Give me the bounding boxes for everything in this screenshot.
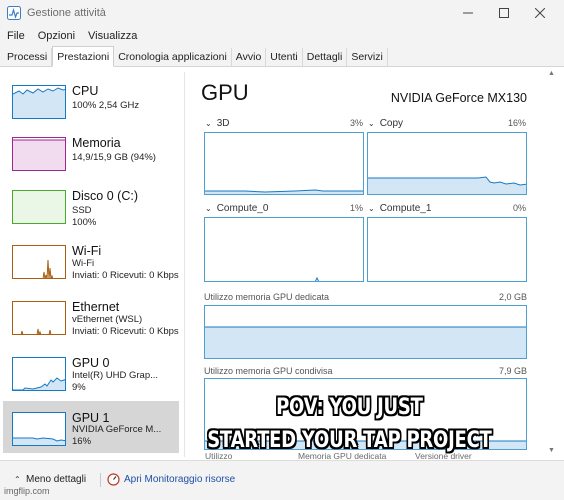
resource-sidebar: CPU 100% 2,54 GHz Memoria 14,9/15,9 GB (… [3, 72, 181, 457]
sidebar-item-title: Disco 0 (C:) [72, 189, 138, 203]
tab-startup[interactable]: Avvio [232, 48, 267, 66]
engine-graph-compute-0 [204, 217, 364, 282]
tab-users[interactable]: Utenti [266, 48, 303, 66]
cpu-thumbnail-graph [12, 85, 66, 119]
close-button[interactable] [520, 0, 560, 26]
sidebar-item-detail: 14,9/15,9 GB (94%) [72, 152, 156, 163]
engine-selector-3d[interactable]: ⌄ 3D [205, 118, 230, 129]
fewer-details-button[interactable]: ⌃ Meno dettagli [14, 474, 86, 485]
disk-thumbnail-graph [12, 190, 66, 224]
tab-details[interactable]: Dettagli [303, 48, 348, 66]
chevron-down-icon: ⌄ [205, 119, 212, 128]
chevron-down-icon: ⌄ [368, 119, 375, 128]
fewer-details-label: Meno dettagli [26, 474, 87, 485]
sidebar-item-title: CPU [72, 84, 99, 98]
engine-graph-compute-1 [367, 217, 527, 282]
sidebar-item-title: Ethernet [72, 300, 120, 314]
engine-selector-compute-1[interactable]: ⌄ Compute_1 [368, 203, 431, 214]
tab-services[interactable]: Servizi [347, 48, 388, 66]
sidebar-item-detail: NVIDIA GeForce M... [72, 424, 162, 435]
sidebar-item-detail: vEthernet (WSL) [72, 314, 143, 325]
scrollbar[interactable] [547, 68, 557, 458]
sidebar-item-detail-2: 9% [72, 382, 86, 393]
engine-percent: 1% [349, 203, 363, 213]
menu-options[interactable]: Opzioni [38, 30, 75, 42]
gpu-0-thumbnail-graph [12, 357, 66, 391]
wifi-thumbnail-graph [12, 245, 66, 279]
chevron-down-icon: ⌄ [205, 204, 212, 213]
tab-processes[interactable]: Processi [3, 48, 53, 66]
task-manager-icon [7, 6, 21, 20]
sidebar-item-title: GPU 0 [72, 356, 110, 370]
meme-caption: POV: YOU JUST STARTED YOUR TAP PROJECT [165, 391, 533, 457]
open-resource-monitor-link[interactable]: Apri Monitoraggio risorse [107, 473, 235, 486]
engine-selector-copy[interactable]: ⌄ Copy [368, 118, 403, 129]
sidebar-item-wifi[interactable]: Wi-Fi Wi-Fi Inviati: 0 Ricevuti: 0 Kbps [3, 234, 179, 286]
minimize-button[interactable] [448, 0, 488, 26]
gpu-1-thumbnail-graph [12, 412, 66, 446]
menu-file[interactable]: File [7, 30, 25, 42]
sidebar-item-title: GPU 1 [72, 411, 110, 425]
engine-percent: 16% [507, 118, 526, 128]
sidebar-item-cpu[interactable]: CPU 100% 2,54 GHz [3, 74, 179, 126]
sidebar-item-detail-2: Inviati: 0 Ricevuti: 0 Kbps [72, 270, 179, 281]
device-name: NVIDIA GeForce MX130 [390, 91, 527, 105]
sidebar-item-detail-2: 16% [72, 436, 92, 447]
chevron-down-icon: ⌄ [368, 204, 375, 213]
tab-performance[interactable]: Prestazioni [52, 46, 115, 67]
dedicated-memory-value: 2,0 GB [498, 292, 527, 302]
sidebar-item-detail: Intel(R) UHD Grap... [72, 370, 159, 381]
dedicated-memory-label: Utilizzo memoria GPU dedicata [204, 292, 330, 302]
resource-monitor-icon [107, 473, 120, 486]
maximize-button[interactable] [484, 0, 524, 26]
scroll-down-icon[interactable]: ▼ [548, 447, 555, 454]
tab-app-history[interactable]: Cronologia applicazioni [114, 48, 232, 66]
watermark: imgflip.com [4, 486, 50, 496]
tab-bar: Processi Prestazioni Cronologia applicaz… [0, 46, 564, 67]
sidebar-item-detail: SSD [72, 205, 92, 216]
sidebar-item-gpu-1[interactable]: GPU 1 NVIDIA GeForce M... 16% [3, 401, 179, 453]
sidebar-item-title: Memoria [72, 136, 121, 150]
sidebar-item-detail-2: Inviati: 0 Ricevuti: 0 Kbps [72, 326, 179, 337]
scroll-up-icon[interactable]: ▲ [548, 70, 555, 77]
meme-caption-line-1: POV: YOU JUST [276, 394, 423, 420]
engine-selector-compute-0[interactable]: ⌄ Compute_0 [205, 203, 268, 214]
page-title: GPU [201, 80, 249, 105]
engine-percent: 3% [349, 118, 363, 128]
footer-bar: ⌃ Meno dettagli Apri Monitoraggio risors… [0, 460, 564, 500]
minimize-icon [463, 12, 473, 14]
sidebar-item-detail: 100% 2,54 GHz [72, 100, 140, 111]
sidebar-item-detail: Wi-Fi [72, 258, 95, 269]
engine-percent: 0% [512, 203, 526, 213]
shared-memory-label: Utilizzo memoria GPU condivisa [204, 366, 333, 376]
close-icon [535, 8, 545, 18]
sidebar-item-memory[interactable]: Memoria 14,9/15,9 GB (94%) [3, 126, 179, 178]
sidebar-item-ethernet[interactable]: Ethernet vEthernet (WSL) Inviati: 0 Rice… [3, 290, 179, 342]
engine-graph-3d [204, 132, 364, 195]
dedicated-memory-graph [204, 305, 527, 359]
window-title: Gestione attività [27, 7, 106, 19]
memory-thumbnail-graph [12, 137, 66, 171]
footer-separator [100, 473, 101, 487]
engine-graph-copy [367, 132, 527, 195]
resource-monitor-label: Apri Monitoraggio risorse [124, 474, 236, 485]
menu-bar: File Opzioni Visualizza [0, 26, 564, 46]
shared-memory-value: 7,9 GB [498, 366, 527, 376]
sidebar-item-title: Wi-Fi [72, 244, 102, 258]
sidebar-item-gpu-0[interactable]: GPU 0 Intel(R) UHD Grap... 9% [3, 346, 179, 398]
chevron-up-icon: ⌃ [14, 475, 21, 484]
maximize-icon [499, 8, 509, 18]
sidebar-item-disk[interactable]: Disco 0 (C:) SSD 100% [3, 179, 179, 231]
sidebar-item-detail-2: 100% [72, 217, 97, 228]
menu-view[interactable]: Visualizza [88, 30, 137, 42]
meme-caption-line-2: STARTED YOUR TAP PROJECT [207, 427, 492, 453]
ethernet-thumbnail-graph [12, 301, 66, 335]
